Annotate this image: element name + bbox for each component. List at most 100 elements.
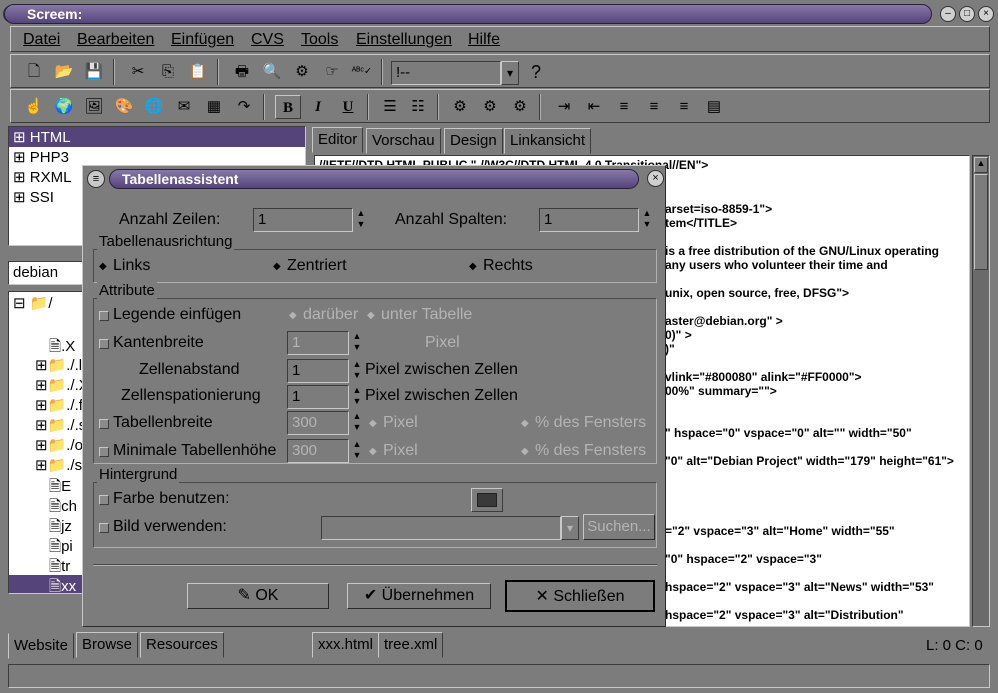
tag-combo-arrow[interactable]: ▾	[501, 61, 519, 85]
file-tree-item[interactable]: ⊞📁./.f	[35, 396, 83, 414]
dialog-menu-button[interactable]: ≡	[87, 170, 105, 188]
tab-vorschau[interactable]: Vorschau	[366, 128, 441, 154]
menu-hilfe[interactable]: Hilfe	[468, 31, 500, 49]
tab-editor[interactable]: Editor	[312, 127, 364, 153]
help-icon[interactable]: ?	[523, 60, 549, 84]
height-percent-radio[interactable]: ◆	[521, 446, 529, 457]
spellcheck-icon[interactable]: ᴬᴮᶜ✓	[349, 60, 375, 84]
cols-input[interactable]: 1	[539, 208, 639, 232]
gear-icon-2[interactable]: ⚙	[477, 95, 503, 119]
preview-icon[interactable]: ☞	[319, 60, 345, 84]
italic-button[interactable]: I	[305, 95, 331, 119]
tab-linkansicht[interactable]: Linkansicht	[504, 128, 592, 154]
search-button[interactable]: Suchen...	[583, 514, 655, 540]
directory-combo[interactable]: debian	[8, 261, 88, 285]
save-icon[interactable]: 💾	[81, 60, 107, 84]
tab-design[interactable]: Design	[444, 128, 503, 154]
align-left-icon[interactable]: ≡	[611, 95, 637, 119]
new-file-icon[interactable]: 🗋	[21, 60, 47, 84]
height-pixel-radio[interactable]: ◆	[369, 446, 377, 457]
copy-icon[interactable]: ⎘	[155, 60, 181, 84]
file-tree-item-selected[interactable]: 🗎xx	[49, 576, 76, 601]
border-spinner[interactable]: ▲ ▼	[351, 331, 363, 355]
gear-icon-3[interactable]: ⚙	[507, 95, 533, 119]
caption-checkbox[interactable]	[99, 311, 109, 321]
doc-tab-tree-xml[interactable]: tree.xml	[378, 632, 444, 658]
palette-icon[interactable]: 🎨	[111, 95, 137, 119]
bullet-list-icon[interactable]: ☰	[377, 95, 403, 119]
maximize-button[interactable]: □	[959, 6, 975, 22]
globe-icon[interactable]: 🌍	[51, 95, 77, 119]
scroll-thumb[interactable]	[974, 174, 988, 270]
tab-browse[interactable]: Browse	[76, 632, 139, 658]
tab-website[interactable]: Website	[8, 633, 74, 659]
settings-icon[interactable]: ⚙	[289, 60, 315, 84]
width-percent-radio[interactable]: ◆	[521, 418, 529, 429]
rows-input[interactable]: 1	[253, 208, 353, 232]
bg-image-checkbox[interactable]	[99, 523, 109, 533]
table-width-checkbox[interactable]	[99, 419, 109, 429]
bg-image-combo[interactable]	[321, 516, 561, 540]
table-width-input[interactable]: 300	[287, 411, 349, 435]
bg-color-picker[interactable]	[471, 488, 503, 512]
border-checkbox[interactable]	[99, 339, 109, 349]
find-icon[interactable]: 🔍	[259, 60, 285, 84]
file-tree-item[interactable]: ⊞📁./.s	[35, 416, 86, 434]
align-center-icon[interactable]: ≡	[641, 95, 667, 119]
width-pixel-radio[interactable]: ◆	[369, 418, 377, 429]
justify-icon[interactable]: ▤	[701, 95, 727, 119]
cut-icon[interactable]: ✂	[125, 60, 151, 84]
align-center-radio[interactable]: ◆	[273, 261, 281, 272]
min-height-input[interactable]: 300	[287, 439, 349, 463]
file-tree-item[interactable]: ⊞📁./o	[35, 436, 83, 454]
bg-color-checkbox[interactable]	[99, 495, 109, 505]
menu-einfuegen[interactable]: Einfügen	[171, 31, 234, 49]
min-height-checkbox[interactable]	[99, 447, 109, 457]
tree-item-html[interactable]: ⊞ HTML	[13, 128, 71, 146]
web-icon[interactable]: 🌐	[141, 95, 167, 119]
ok-button[interactable]: ✎ OK	[187, 583, 329, 609]
file-tree-root[interactable]: ⊟ 📁/	[13, 294, 53, 312]
editor-scrollbar[interactable]: ▲	[972, 155, 990, 627]
caption-above-radio[interactable]: ◆	[289, 310, 297, 321]
doc-tab-xxx-html[interactable]: xxx.html	[312, 632, 380, 658]
bg-image-combo-arrow[interactable]: ▾	[561, 516, 579, 540]
mail-icon[interactable]: ✉	[171, 95, 197, 119]
gear-icon[interactable]: ⚙	[447, 95, 473, 119]
cellspacing-spinner[interactable]: ▲ ▼	[351, 359, 363, 383]
numbered-list-icon[interactable]: ☷	[405, 95, 431, 119]
dialog-close-button[interactable]: ×	[647, 170, 664, 187]
hand-icon[interactable]: ☝	[21, 95, 47, 119]
menu-bearbeiten[interactable]: Bearbeiten	[77, 31, 154, 49]
cellspacing-input[interactable]: 1	[287, 359, 349, 383]
tree-item-php3[interactable]: ⊞ PHP3	[13, 148, 69, 166]
tag-combo[interactable]: !--	[391, 61, 501, 85]
table-icon[interactable]: ▦	[201, 95, 227, 119]
align-left-radio[interactable]: ◆	[99, 261, 107, 272]
table-width-spinner[interactable]: ▲ ▼	[351, 411, 363, 435]
menu-tools[interactable]: Tools	[301, 31, 338, 49]
menu-datei[interactable]: Datei	[23, 31, 60, 49]
outdent-icon[interactable]: ⇤	[581, 95, 607, 119]
file-tree-item[interactable]: ⊞📁./s	[35, 456, 82, 474]
close-button[interactable]: ✕ Schließen	[505, 580, 655, 612]
cellpadding-spinner[interactable]: ▲ ▼	[351, 385, 363, 409]
caption-below-radio[interactable]: ◆	[367, 310, 375, 321]
menu-cvs[interactable]: CVS	[251, 31, 284, 49]
redo-icon[interactable]: ↷	[231, 95, 257, 119]
tab-resources[interactable]: Resources	[140, 632, 224, 658]
file-tree-item[interactable]: ⊞📁./.X	[35, 376, 89, 394]
file-tree-item[interactable]: ⊞📁./.l	[35, 356, 82, 374]
image-icon[interactable]: 🖼	[81, 95, 107, 119]
menu-einstellungen[interactable]: Einstellungen	[356, 31, 452, 49]
print-icon[interactable]: 🖶	[229, 60, 255, 84]
cellpadding-input[interactable]: 1	[287, 385, 349, 409]
align-right-radio[interactable]: ◆	[469, 261, 477, 272]
close-window-button[interactable]: ×	[978, 6, 994, 22]
cols-spinner[interactable]: ▲ ▼	[641, 208, 653, 232]
min-height-spinner[interactable]: ▲ ▼	[351, 439, 363, 463]
scroll-up-arrow[interactable]: ▲	[974, 157, 988, 173]
tree-item-rxml[interactable]: ⊞ RXML	[13, 168, 71, 186]
tree-item-ssi[interactable]: ⊞ SSI	[13, 188, 54, 206]
bold-button[interactable]: B	[275, 95, 301, 119]
